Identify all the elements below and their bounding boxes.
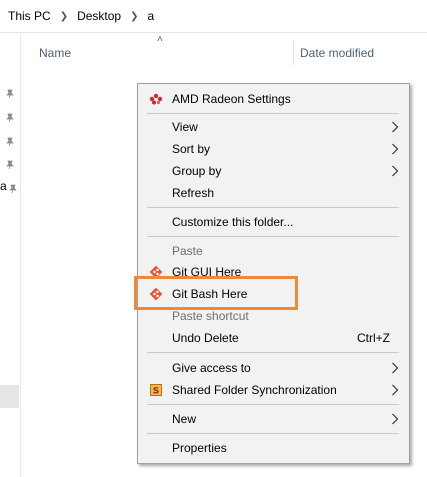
chevron-right-icon xyxy=(392,165,399,177)
context-menu: AMD Radeon Settings View Sort by Group b… xyxy=(137,83,410,464)
menu-separator xyxy=(147,236,399,237)
menu-separator xyxy=(147,207,399,208)
menu-item-customize-folder[interactable]: Customize this folder... xyxy=(138,211,409,233)
menu-separator xyxy=(147,113,399,114)
menu-item-refresh[interactable]: Refresh xyxy=(138,182,409,204)
pin-icon[interactable] xyxy=(8,184,18,194)
menu-item-label: Properties xyxy=(172,441,227,455)
breadcrumb-separator-icon[interactable]: ❯ xyxy=(130,11,138,22)
menu-item-view[interactable]: View xyxy=(138,116,409,138)
breadcrumb-desktop[interactable]: Desktop xyxy=(77,9,121,23)
menu-item-label: Give access to xyxy=(172,361,251,375)
menu-item-label: Paste xyxy=(172,244,203,258)
chevron-right-icon xyxy=(392,384,399,396)
address-bar[interactable]: This PC ❯ Desktop ❯ a xyxy=(0,0,427,33)
chevron-right-icon xyxy=(392,362,399,374)
chevron-right-icon xyxy=(392,143,399,155)
breadcrumb-this-pc[interactable]: This PC xyxy=(8,9,51,23)
amd-radeon-icon xyxy=(148,91,164,107)
menu-separator xyxy=(147,433,399,434)
pin-icon[interactable] xyxy=(5,113,15,123)
menu-separator xyxy=(147,352,399,353)
sort-ascending-icon: ˄ xyxy=(157,34,163,45)
menu-item-label: View xyxy=(172,120,198,134)
menu-item-undo-delete[interactable]: Undo Delete Ctrl+Z xyxy=(138,327,409,349)
menu-item-label: Sort by xyxy=(172,142,211,156)
menu-item-label: Shared Folder Synchronization xyxy=(172,383,337,397)
pin-icon[interactable] xyxy=(5,89,15,99)
column-header-name[interactable]: Name xyxy=(39,40,71,66)
pin-icon[interactable] xyxy=(5,160,15,170)
menu-item-group-by[interactable]: Group by xyxy=(138,160,409,182)
menu-item-label: New xyxy=(172,412,197,426)
nav-item-selected[interactable] xyxy=(0,385,19,408)
breadcrumb-separator-icon[interactable]: ❯ xyxy=(60,11,68,22)
menu-item-amd-radeon-settings[interactable]: AMD Radeon Settings xyxy=(138,88,409,110)
pin-icon[interactable] xyxy=(5,137,15,147)
menu-item-properties[interactable]: Properties xyxy=(138,437,409,459)
chevron-right-icon xyxy=(392,121,399,133)
menu-item-label: Customize this folder... xyxy=(172,215,294,229)
menu-separator xyxy=(147,404,399,405)
menu-item-label: Undo Delete xyxy=(172,331,239,345)
menu-item-label: Refresh xyxy=(172,186,215,200)
menu-item-give-access[interactable]: Give access to xyxy=(138,357,409,379)
menu-item-paste[interactable]: Paste xyxy=(138,240,409,262)
menu-item-label: AMD Radeon Settings xyxy=(172,92,291,106)
column-header-date-modified[interactable]: Date modified xyxy=(300,40,374,66)
chevron-right-icon xyxy=(392,413,399,425)
menu-item-sort-by[interactable]: Sort by xyxy=(138,138,409,160)
navigation-pane[interactable]: a xyxy=(0,34,21,477)
column-divider[interactable] xyxy=(293,40,294,66)
menu-item-label: Group by xyxy=(172,164,222,178)
menu-item-label: Paste shortcut xyxy=(172,309,249,323)
menu-item-shortcut: Ctrl+Z xyxy=(357,331,390,345)
menu-item-shared-folder-sync[interactable]: S Shared Folder Synchronization xyxy=(138,379,409,401)
breadcrumb-a[interactable]: a xyxy=(148,9,155,23)
nav-item-label[interactable]: a xyxy=(0,179,7,193)
shared-folder-icon: S xyxy=(148,382,164,398)
highlight-annotation xyxy=(134,276,298,310)
menu-item-new[interactable]: New xyxy=(138,408,409,430)
svg-text:S: S xyxy=(153,387,159,397)
